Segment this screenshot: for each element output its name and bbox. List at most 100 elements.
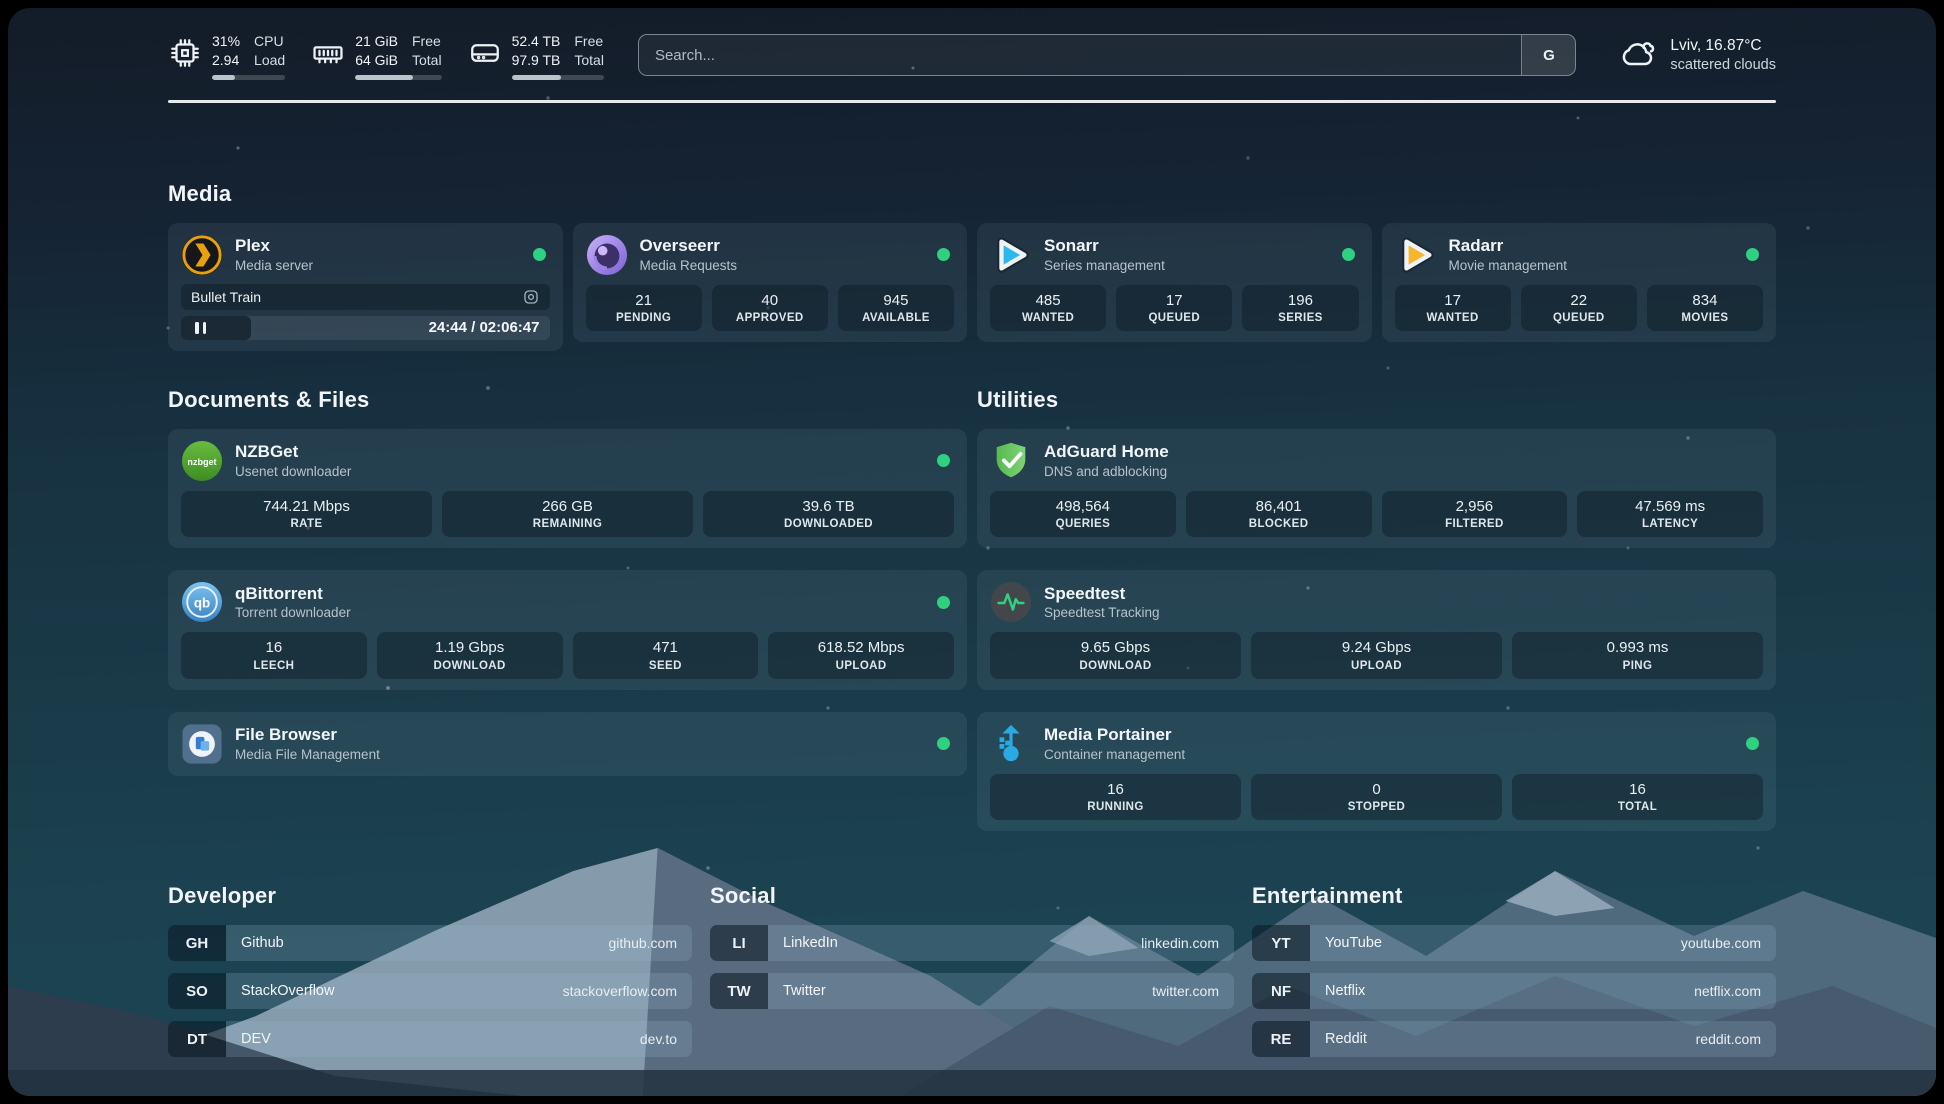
service-card-plex[interactable]: Plex Media server Bullet Train [168,223,563,351]
bookmark-stackoverflow[interactable]: SO StackOverflow stackoverflow.com [168,973,692,1009]
status-online-dot [533,248,546,261]
speedtest-icon [990,581,1032,623]
service-description: Movie management [1449,257,1568,275]
stat-blocked: 86,401 BLOCKED [1186,491,1372,538]
svg-text:nzbget: nzbget [187,457,216,467]
disk-label-1: Free [574,32,604,51]
service-card-sonarr[interactable]: Sonarr Series management 485 WANTED 17 Q… [977,223,1372,343]
bookmark-url: dev.to [640,1031,677,1047]
sonarr-icon [990,234,1032,276]
plex-icon [181,234,223,276]
memory-label-1: Free [412,32,442,51]
cpu-widget: 31% 2.94 CPU Load [168,32,285,80]
service-card-filebrowser[interactable]: File Browser Media File Management [168,712,967,776]
radarr-icon [1395,234,1437,276]
playback-time: 24:44 / 02:06:47 [429,319,550,336]
stat-download: 1.19 Gbps DOWNLOAD [377,632,563,679]
service-name: NZBGet [235,441,351,462]
service-name: Speedtest [1044,583,1160,604]
section-title-social: Social [710,883,1234,909]
disk-free: 52.4 TB [512,32,561,51]
service-card-qbittorrent[interactable]: qb qBittorrent Torrent downloader 16 LEE… [168,570,967,690]
service-description: DNS and adblocking [1044,463,1169,481]
stat-rate: 744.21 Mbps RATE [181,491,432,538]
stat-downloaded: 39.6 TB DOWNLOADED [703,491,954,538]
service-description: Speedtest Tracking [1044,604,1160,622]
service-name: Overseerr [640,235,738,256]
service-name: Sonarr [1044,235,1165,256]
bookmark-name: YouTube [1325,935,1382,951]
bookmark-youtube[interactable]: YT YouTube youtube.com [1252,925,1776,961]
search-bar: G [638,34,1576,76]
service-card-portainer[interactable]: Media Portainer Container management 16 … [977,712,1776,832]
service-description: Usenet downloader [235,463,351,481]
disk-icon [468,36,502,70]
svg-text:qb: qb [194,596,210,611]
bookmark-abbr: SO [168,973,226,1009]
stat-remaining: 266 GB REMAINING [442,491,693,538]
service-description: Series management [1044,257,1165,275]
stat-upload: 9.24 Gbps UPLOAD [1251,632,1502,679]
memory-icon [311,36,345,70]
bookmark-abbr: NF [1252,973,1310,1009]
bookmark-reddit[interactable]: RE Reddit reddit.com [1252,1021,1776,1057]
service-description: Container management [1044,746,1185,764]
bookmark-name: LinkedIn [783,935,838,951]
service-card-radarr[interactable]: Radarr Movie management 17 WANTED 22 QUE… [1382,223,1777,343]
service-description: Media server [235,257,313,275]
bookmark-name: DEV [241,1031,271,1047]
status-online-dot [937,737,950,750]
bookmark-github[interactable]: GH Github github.com [168,925,692,961]
bookmark-name: Github [241,935,284,951]
service-card-overseerr[interactable]: Overseerr Media Requests 21 PENDING 40 A… [573,223,968,343]
service-description: Media File Management [235,746,380,764]
stat-upload: 618.52 Mbps UPLOAD [768,632,954,679]
now-playing-bar: Bullet Train [181,284,550,310]
cpu-load: 2.94 [212,51,240,70]
status-online-dot [937,248,950,261]
stat-pending: 21 PENDING [586,285,702,332]
bookmark-dev[interactable]: DT DEV dev.to [168,1021,692,1057]
service-name: Media Portainer [1044,724,1185,745]
status-online-dot [937,596,950,609]
search-provider-button[interactable]: G [1521,35,1575,75]
section-title-media: Media [168,181,1776,207]
bookmark-abbr: RE [1252,1021,1310,1057]
bookmark-netflix[interactable]: NF Netflix netflix.com [1252,973,1776,1009]
stat-approved: 40 APPROVED [712,285,828,332]
weather-location-temp: Lviv, 16.87°C [1670,35,1776,57]
stat-running: 16 RUNNING [990,774,1241,821]
memory-label-2: Total [412,51,442,70]
stat-wanted: 17 WANTED [1395,285,1511,332]
service-name: File Browser [235,724,380,745]
bookmark-url: youtube.com [1681,935,1761,951]
memory-progress-bar [355,75,441,80]
stat-queued: 22 QUEUED [1521,285,1637,332]
stat-wanted: 485 WANTED [990,285,1106,332]
section-title-developer: Developer [168,883,692,909]
bookmark-linkedin[interactable]: LI LinkedIn linkedin.com [710,925,1234,961]
service-name: Radarr [1449,235,1568,256]
service-description: Torrent downloader [235,604,351,622]
bookmark-abbr: YT [1252,925,1310,961]
stat-available: 945 AVAILABLE [838,285,954,332]
weather-condition: scattered clouds [1670,57,1776,73]
cloud-icon [1618,34,1658,74]
bookmark-twitter[interactable]: TW Twitter twitter.com [710,973,1234,1009]
stat-download: 9.65 Gbps DOWNLOAD [990,632,1241,679]
section-title-entertainment: Entertainment [1252,883,1776,909]
nzbget-icon: nzbget [181,440,223,482]
service-card-adguard[interactable]: AdGuard Home DNS and adblocking 498,564 … [977,429,1776,549]
search-input[interactable] [639,35,1521,75]
service-card-nzbget[interactable]: nzbget NZBGet Usenet downloader 744.21 M… [168,429,967,549]
bookmark-abbr: GH [168,925,226,961]
cpu-percent: 31% [212,32,240,51]
pause-icon [195,322,206,334]
filebrowser-icon [181,723,223,765]
bookmark-name: Twitter [783,983,826,999]
bookmark-url: stackoverflow.com [563,983,677,999]
disk-label-2: Total [574,51,604,70]
service-card-speedtest[interactable]: Speedtest Speedtest Tracking 9.65 Gbps D… [977,570,1776,690]
playback-progress-bar: 24:44 / 02:06:47 [181,316,550,340]
cpu-label-2: Load [254,51,285,70]
